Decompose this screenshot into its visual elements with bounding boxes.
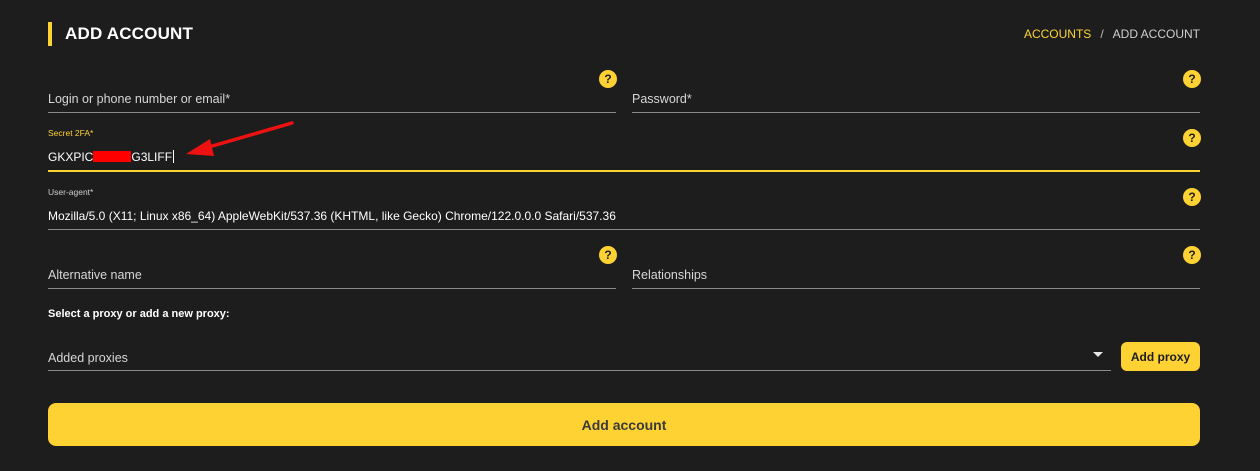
title-accent-bar [48, 22, 52, 46]
chevron-down-icon[interactable] [1093, 352, 1103, 357]
page-title: ADD ACCOUNT [65, 24, 194, 43]
secret-2fa-field-label: Secret 2FA* [48, 128, 94, 138]
breadcrumb-accounts-link[interactable]: ACCOUNTS [1024, 27, 1091, 41]
secret-2fa-value-suffix: G3LIFF [131, 150, 173, 164]
login-help-icon[interactable]: ? [599, 70, 617, 88]
alternative-name-field[interactable]: Alternative name [48, 256, 616, 289]
password-help-icon[interactable]: ? [1183, 70, 1201, 88]
secret-2fa-value: GKXPIC G3LIFF [48, 150, 175, 164]
alternative-name-help-icon[interactable]: ? [599, 246, 617, 264]
add-proxy-button[interactable]: Add proxy [1121, 342, 1200, 371]
text-caret [173, 150, 175, 163]
breadcrumb: ACCOUNTS / ADD ACCOUNT [1024, 27, 1200, 41]
relationships-help-icon[interactable]: ? [1183, 246, 1201, 264]
user-agent-value: Mozilla/5.0 (X11; Linux x86_64) AppleWeb… [48, 209, 616, 223]
secret-2fa-help-icon[interactable]: ? [1183, 129, 1201, 147]
password-field-label: Password* [632, 92, 692, 106]
secret-2fa-value-prefix: GKXPIC [48, 150, 94, 164]
proxy-select-placeholder: Added proxies [48, 351, 128, 365]
relationships-field-label: Relationships [632, 268, 708, 282]
proxy-heading: Select a proxy or add a new proxy: [48, 308, 230, 320]
breadcrumb-separator: / [1100, 27, 1104, 41]
login-field-label: Login or phone number or email* [48, 92, 231, 106]
proxy-select[interactable]: Added proxies [48, 340, 1111, 371]
add-account-page: ADD ACCOUNT ACCOUNTS / ADD ACCOUNT Login… [0, 0, 1260, 471]
password-field[interactable]: Password* [632, 80, 1200, 113]
user-agent-help-icon[interactable]: ? [1183, 188, 1201, 206]
login-field[interactable]: Login or phone number or email* [48, 80, 616, 113]
relationships-field[interactable]: Relationships [632, 256, 1200, 289]
add-account-button[interactable]: Add account [48, 403, 1200, 446]
annotation-arrow-icon [186, 121, 294, 156]
alternative-name-field-label: Alternative name [48, 268, 142, 282]
redaction-box [93, 151, 132, 162]
user-agent-field-label: User-agent* [48, 187, 94, 197]
user-agent-field[interactable]: User-agent* Mozilla/5.0 (X11; Linux x86_… [48, 182, 1200, 230]
breadcrumb-current: ADD ACCOUNT [1112, 27, 1200, 41]
